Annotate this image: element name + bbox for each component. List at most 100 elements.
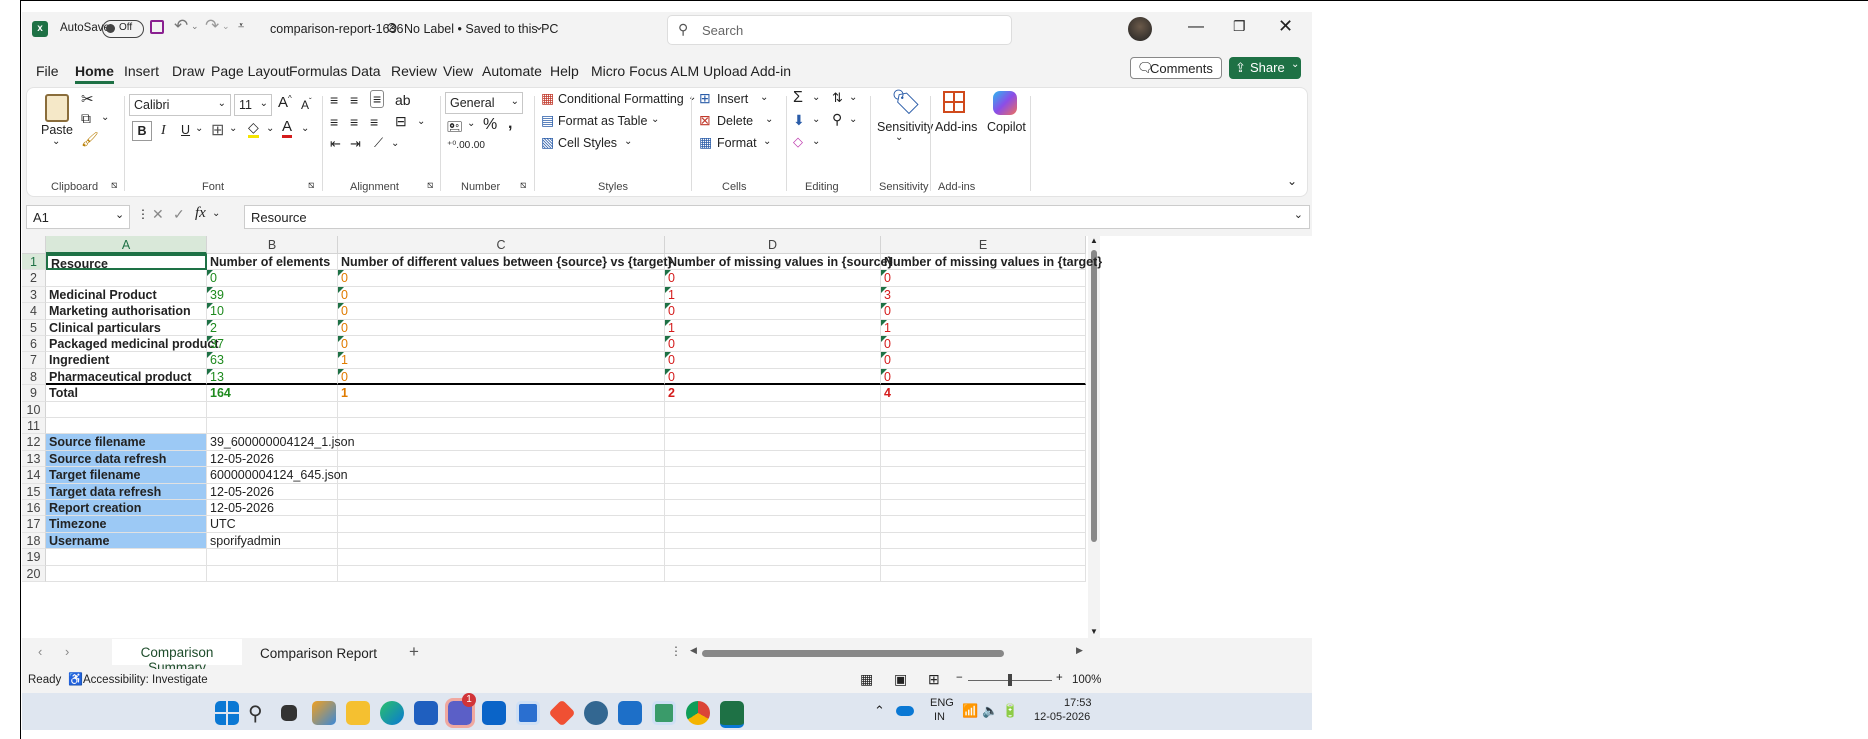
row-header[interactable]: 18 [22, 532, 46, 550]
share-button[interactable]: ⇪ Share ⌄ [1229, 57, 1301, 79]
undo-icon[interactable]: ↶ [174, 16, 188, 36]
cell-c6[interactable]: 0 [338, 336, 665, 353]
row-header[interactable]: 5 [22, 319, 46, 336]
show-hidden-icons[interactable]: ⌃ [874, 703, 885, 719]
close-icon[interactable]: ✕ [1278, 16, 1293, 37]
cell-a4[interactable]: Marketing authorisation [46, 303, 207, 320]
cell-d3[interactable]: 1 [665, 286, 881, 304]
increase-font-icon[interactable]: A^ [278, 94, 292, 111]
cell-a1[interactable]: Resource [46, 254, 207, 271]
cell-d11[interactable] [665, 418, 881, 435]
addins-button[interactable]: Add-ins [935, 120, 977, 134]
app-window-icon[interactable] [652, 701, 676, 725]
cell-b1[interactable]: Number of elements [207, 254, 338, 271]
cell-e17[interactable] [881, 516, 1086, 533]
cell-a5[interactable]: Clinical particulars [46, 319, 207, 336]
cell-d9[interactable]: 2 [665, 385, 881, 402]
accessibility-icon[interactable]: ♿ [68, 672, 83, 686]
paste-icon[interactable] [45, 94, 69, 122]
cell-d12[interactable] [665, 434, 881, 451]
select-all-corner[interactable] [22, 236, 46, 254]
taskbar-search-icon[interactable]: ⚲ [248, 701, 272, 725]
cell-c14[interactable] [338, 467, 665, 484]
comments-button[interactable]: 🗨 Comments [1130, 57, 1222, 79]
enter-formula-icon[interactable]: ✓ [173, 206, 185, 223]
scroll-down-icon[interactable]: ▼ [1090, 627, 1098, 636]
cell-e15[interactable] [881, 483, 1086, 500]
cell-a19[interactable] [46, 549, 207, 566]
align-left-icon[interactable]: ≡ [330, 114, 338, 130]
cell-d20[interactable] [665, 565, 881, 582]
cell-e7[interactable]: 0 [881, 352, 1086, 369]
remote-desktop-icon[interactable] [618, 701, 642, 725]
cell-b5[interactable]: 2 [207, 319, 338, 336]
cell-d10[interactable] [665, 401, 881, 418]
tab-page-layout[interactable]: Page Layout [211, 63, 290, 79]
cell-d15[interactable] [665, 483, 881, 500]
row-header[interactable]: 2 [22, 270, 46, 287]
zoom-out-icon[interactable]: − [956, 672, 963, 684]
number-format-select[interactable]: General ⌄ [445, 92, 523, 114]
sort-filter-icon[interactable]: ⇅ [832, 90, 843, 106]
cell-a16[interactable]: Report creation [46, 500, 207, 517]
fill-color-dropdown-icon[interactable]: ⌄ [266, 123, 274, 134]
insert-cells-chevron-icon[interactable]: ⌄ [760, 92, 768, 103]
insert-cells-icon[interactable]: ⊞ [699, 90, 711, 107]
cell-c10[interactable] [338, 401, 665, 418]
restore-icon[interactable]: ❐ [1233, 18, 1246, 35]
merge-dropdown-icon[interactable]: ⌄ [417, 116, 425, 127]
borders-icon[interactable]: ⊞ [211, 120, 224, 140]
cell-styles-icon[interactable]: ▧ [541, 134, 554, 151]
tab-data[interactable]: Data [351, 63, 381, 79]
cell-d6[interactable]: 0 [665, 336, 881, 353]
fill-color-icon[interactable]: ◇ [248, 119, 259, 138]
orientation-dropdown-icon[interactable]: ⌄ [391, 138, 399, 149]
cell-styles-button[interactable]: Cell Styles [558, 136, 617, 150]
row-header[interactable]: 17 [22, 516, 46, 533]
language-region[interactable]: IN [934, 711, 945, 723]
cell-a17[interactable]: Timezone [46, 516, 207, 533]
customize-toolbar-icon[interactable]: ⩡ [238, 20, 244, 33]
windows-start-icon[interactable] [215, 701, 239, 725]
cell-styles-chevron-icon[interactable]: ⌄ [624, 136, 632, 147]
insert-function-chevron-icon[interactable]: ⌄ [212, 208, 220, 219]
scroll-right-icon[interactable]: ▶ [1076, 645, 1083, 656]
addins-icon[interactable] [943, 91, 965, 113]
minimize-icon[interactable]: — [1188, 18, 1204, 36]
column-header-b[interactable]: B [207, 236, 338, 254]
cell-b3[interactable]: 39 [207, 286, 338, 304]
cell-e2[interactable]: 0 [881, 270, 1086, 287]
cell-d16[interactable] [665, 500, 881, 517]
cell-c19[interactable] [338, 549, 665, 566]
previous-sheet-icon[interactable]: ‹ [38, 644, 42, 659]
cell-b9[interactable]: 164 [207, 385, 338, 402]
fill-dropdown-icon[interactable]: ⌄ [812, 114, 820, 125]
cell-b8[interactable]: 13 [207, 368, 338, 386]
cut-icon[interactable]: ✂ [81, 90, 94, 108]
row-header[interactable]: 9 [22, 385, 46, 402]
cell-b17[interactable]: UTC [207, 516, 338, 533]
cell-c17[interactable] [338, 516, 665, 533]
cell-e11[interactable] [881, 418, 1086, 435]
zoom-slider-thumb[interactable] [1008, 674, 1012, 686]
vertical-scrollbar[interactable]: ▲ ▼ [1088, 236, 1100, 638]
cell-e5[interactable]: 1 [881, 319, 1086, 336]
save-icon[interactable] [150, 20, 164, 34]
name-box[interactable]: A1 ⌄ [26, 205, 130, 229]
save-status-chevron-icon[interactable]: ⌄ [534, 19, 544, 33]
row-header[interactable]: 12 [22, 434, 46, 451]
font-color-icon[interactable]: A [282, 119, 293, 138]
share-chevron-icon[interactable]: ⌄ [1291, 59, 1299, 70]
cell-e4[interactable]: 0 [881, 303, 1086, 320]
format-cells-icon[interactable]: ▦ [699, 134, 712, 151]
undo-dropdown-icon[interactable]: ⌄ [191, 21, 199, 32]
cell-e13[interactable] [881, 450, 1086, 468]
tab-file[interactable]: File [36, 63, 59, 79]
percent-style-icon[interactable]: % [483, 116, 497, 134]
clipboard-launcher-icon[interactable]: ⧅ [111, 180, 117, 191]
row-header[interactable]: 1 [22, 254, 46, 271]
cell-b10[interactable] [207, 401, 338, 418]
column-header-a[interactable]: A [46, 236, 207, 254]
cell-e14[interactable] [881, 467, 1086, 484]
format-as-table-chevron-icon[interactable]: ⌄ [651, 114, 659, 125]
